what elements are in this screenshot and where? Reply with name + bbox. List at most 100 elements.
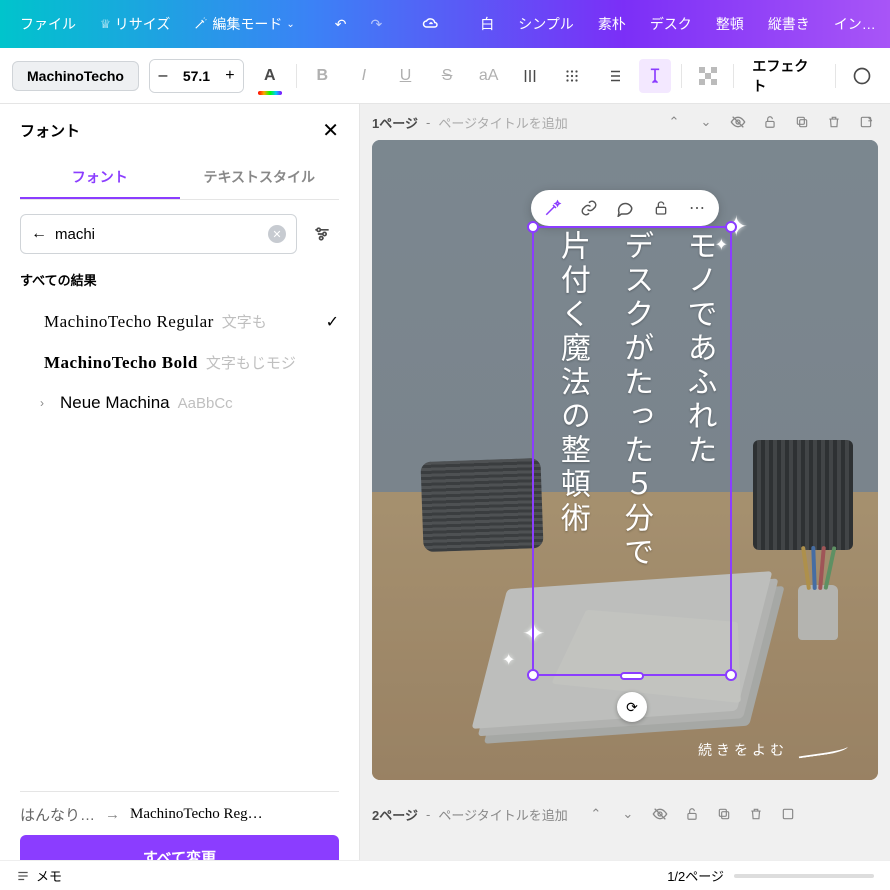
more-tools-button[interactable]: [846, 59, 878, 93]
wand-icon: [194, 16, 208, 33]
case-button[interactable]: aA: [473, 59, 505, 93]
add-page-icon[interactable]: [776, 802, 800, 826]
effects-button[interactable]: エフェクト: [744, 56, 825, 96]
font-picker-button[interactable]: MachinoTecho: [12, 61, 139, 91]
canvas-page-1[interactable]: ✦ ✦ ✦ ✦ ⋯ モノであふれた デ: [372, 140, 878, 780]
color-swatch-icon: [258, 91, 282, 95]
redo-button[interactable]: ↷: [360, 10, 392, 39]
resize-menu[interactable]: ♕ リサイズ: [90, 8, 180, 40]
chevron-right-icon[interactable]: ›: [40, 396, 44, 410]
notes-label: メモ: [36, 866, 62, 885]
file-menu[interactable]: ファイル: [10, 8, 86, 40]
page-title-input[interactable]: ページタイトルを追加: [438, 113, 567, 132]
chevron-down-icon: ⌄: [286, 19, 294, 30]
tab-font[interactable]: フォント: [20, 157, 180, 199]
tpl-2[interactable]: 素朴: [588, 8, 636, 40]
results-heading: すべての結果: [20, 270, 339, 289]
vertical-align-button[interactable]: [515, 59, 547, 93]
page-indicator[interactable]: 1/2ページ: [667, 866, 724, 885]
swoosh-icon: [798, 742, 849, 759]
expand-down-icon[interactable]: ⌄: [616, 802, 640, 826]
lock-icon[interactable]: [758, 110, 782, 134]
comment-icon[interactable]: [613, 196, 637, 220]
replace-from: はんなり…: [20, 804, 95, 825]
crown-icon: ♕: [100, 17, 111, 31]
filter-button[interactable]: [305, 217, 339, 251]
decrease-size-button[interactable]: –: [150, 60, 176, 92]
rotate-handle[interactable]: ⟳: [617, 692, 647, 722]
bold-button[interactable]: B: [306, 59, 338, 93]
font-search-input[interactable]: [55, 226, 260, 243]
resize-handle[interactable]: [527, 669, 539, 681]
notes-toggle[interactable]: メモ: [16, 866, 62, 885]
undo-button[interactable]: ↶: [325, 10, 357, 39]
font-sample: AaBbCc: [178, 395, 233, 412]
toolbar-divider: [733, 64, 734, 88]
page-title-input[interactable]: ページタイトルを追加: [438, 805, 567, 824]
tpl-6[interactable]: イン…: [824, 8, 886, 40]
zoom-slider[interactable]: [734, 874, 874, 878]
resize-label: リサイズ: [115, 14, 171, 34]
resize-handle[interactable]: [527, 221, 539, 233]
resize-handle[interactable]: [725, 221, 737, 233]
visibility-icon[interactable]: [648, 802, 672, 826]
duplicate-icon[interactable]: [712, 802, 736, 826]
lock-icon[interactable]: [680, 802, 704, 826]
more-icon[interactable]: ⋯: [685, 196, 709, 220]
link-icon[interactable]: [577, 196, 601, 220]
font-size-value[interactable]: 57.1: [176, 68, 217, 84]
delete-icon[interactable]: [822, 110, 846, 134]
delete-icon[interactable]: [744, 802, 768, 826]
font-sample: 文字も: [222, 311, 267, 332]
selection-box[interactable]: ⟳: [532, 226, 732, 676]
magic-edit-icon[interactable]: [541, 196, 565, 220]
resize-handle[interactable]: [725, 669, 737, 681]
strikethrough-button[interactable]: S: [431, 59, 463, 93]
expand-down-icon[interactable]: ⌄: [694, 110, 718, 134]
cloud-sync-icon[interactable]: [412, 9, 450, 39]
clear-search-button[interactable]: ✕: [268, 225, 286, 243]
lock-icon[interactable]: [649, 196, 673, 220]
tpl-3[interactable]: デスク: [640, 8, 702, 40]
font-panel: フォント ✕ フォント テキストスタイル ← ✕ すべての結果 MachinoT…: [0, 104, 360, 890]
italic-button[interactable]: I: [348, 59, 380, 93]
check-icon: ✓: [326, 312, 339, 332]
tpl-1[interactable]: シンプル: [508, 8, 584, 40]
text-toolbar: MachinoTecho – 57.1 + A B I U S aA エフェクト: [0, 48, 890, 104]
replace-to: MachinoTecho Reg…: [130, 806, 339, 823]
page2-header: 2ページ - ページタイトルを追加 ⌃ ⌄: [360, 792, 890, 832]
collapse-up-icon[interactable]: ⌃: [584, 802, 608, 826]
font-item[interactable]: MachinoTecho Regular 文字も ✓: [20, 301, 339, 342]
vertical-text-button[interactable]: [639, 59, 671, 93]
context-toolbar: ⋯: [531, 190, 719, 226]
transparency-button[interactable]: [692, 59, 724, 93]
toolbar-divider: [296, 64, 297, 88]
font-item[interactable]: MachinoTecho Bold 文字もじモジ: [20, 342, 339, 383]
spacing-button[interactable]: [556, 59, 588, 93]
tab-text-style[interactable]: テキストスタイル: [180, 157, 340, 199]
text-color-button[interactable]: A: [254, 59, 286, 93]
collapse-up-icon[interactable]: ⌃: [662, 110, 686, 134]
tpl-4[interactable]: 整頓: [706, 8, 754, 40]
underline-button[interactable]: U: [390, 59, 422, 93]
list-button[interactable]: [598, 59, 630, 93]
increase-size-button[interactable]: +: [217, 60, 243, 92]
visibility-icon[interactable]: [726, 110, 750, 134]
font-item[interactable]: › Neue Machina AaBbCc: [20, 383, 339, 423]
page1-header: 1ページ - ページタイトルを追加 ⌃ ⌄: [360, 104, 890, 140]
page-number: 2ページ: [372, 805, 418, 824]
duplicate-icon[interactable]: [790, 110, 814, 134]
read-more-label: 続きをよむ: [698, 740, 848, 760]
tpl-5[interactable]: 縦書き: [758, 8, 820, 40]
tpl-0[interactable]: 白: [470, 8, 504, 40]
font-name: Neue Machina: [60, 393, 170, 413]
add-page-icon[interactable]: [854, 110, 878, 134]
back-arrow-icon[interactable]: ←: [31, 225, 47, 243]
sparkle-icon: ✦: [502, 650, 515, 670]
canvas-area: 1ページ - ページタイトルを追加 ⌃ ⌄: [360, 104, 890, 890]
page-number: 1ページ: [372, 113, 418, 132]
font-sample: 文字もじモジ: [206, 352, 296, 373]
resize-handle[interactable]: [620, 672, 644, 680]
edit-mode-menu[interactable]: 編集モード ⌄: [184, 8, 304, 40]
close-panel-button[interactable]: ✕: [322, 118, 339, 143]
